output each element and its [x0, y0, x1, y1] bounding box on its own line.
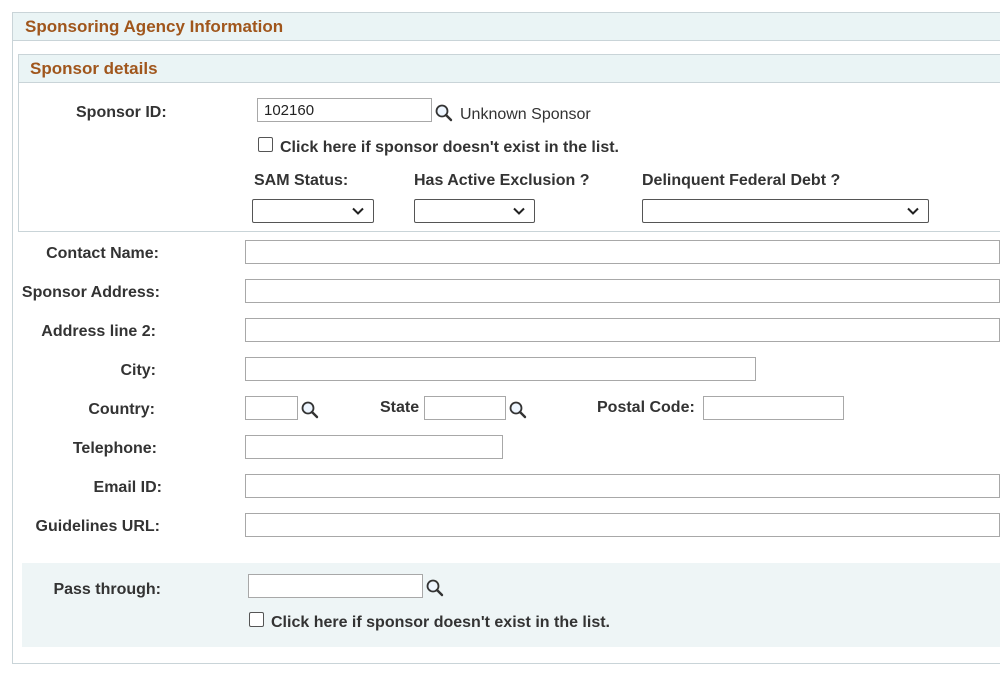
address-line2-input[interactable] [245, 318, 1000, 342]
guidelines-url-input[interactable] [245, 513, 1000, 537]
pass-through-not-exist-label: Click here if sponsor doesn't exist in t… [271, 614, 610, 631]
pass-through-label: Pass through: [53, 581, 161, 598]
country-input[interactable] [245, 396, 298, 420]
telephone-label: Telephone: [72, 440, 157, 457]
active-exclusion-select[interactable] [414, 199, 535, 223]
country-lookup-icon[interactable] [300, 400, 320, 420]
country-label: Country: [88, 401, 155, 418]
city-input[interactable] [245, 357, 756, 381]
chevron-down-icon [352, 207, 364, 215]
pass-through-lookup-icon[interactable] [425, 578, 445, 598]
section-title: Sponsoring Agency Information [25, 17, 284, 36]
state-lookup-icon[interactable] [508, 400, 528, 420]
postal-code-label: Postal Code: [597, 399, 695, 416]
contact-name-input[interactable] [245, 240, 1000, 264]
delinquent-debt-select[interactable] [642, 199, 929, 223]
postal-code-input[interactable] [703, 396, 844, 420]
sponsor-address-label: Sponsor Address: [21, 284, 160, 301]
email-input[interactable] [245, 474, 1000, 498]
telephone-input[interactable] [245, 435, 503, 459]
chevron-down-icon [907, 207, 919, 215]
sponsor-details-title: Sponsor details [30, 59, 158, 78]
sponsor-id-input[interactable] [257, 98, 432, 122]
city-label: City: [120, 362, 156, 379]
sponsor-not-exist-checkbox[interactable] [258, 137, 273, 152]
guidelines-url-label: Guidelines URL: [35, 518, 160, 535]
sponsor-details-header [19, 55, 1000, 83]
sam-status-label: SAM Status: [254, 172, 349, 189]
sponsor-not-exist-label: Click here if sponsor doesn't exist in t… [280, 139, 619, 156]
sponsor-id-lookup-icon[interactable] [434, 103, 454, 123]
pass-through-not-exist-checkbox[interactable] [249, 612, 264, 627]
sponsor-id-label: Sponsor ID: [76, 104, 167, 121]
pass-through-panel [22, 563, 1000, 647]
delinquent-debt-label: Delinquent Federal Debt ? [642, 172, 841, 189]
sam-status-select[interactable] [252, 199, 374, 223]
active-exclusion-label: Has Active Exclusion ? [414, 172, 590, 189]
email-label: Email ID: [93, 479, 162, 496]
address-line2-label: Address line 2: [41, 323, 156, 340]
sponsor-name-text: Unknown Sponsor [460, 106, 591, 123]
state-input[interactable] [424, 396, 506, 420]
sponsor-address-input[interactable] [245, 279, 1000, 303]
state-label: State [380, 399, 420, 416]
contact-name-label: Contact Name: [46, 245, 159, 262]
pass-through-input[interactable] [248, 574, 423, 598]
chevron-down-icon [513, 207, 525, 215]
